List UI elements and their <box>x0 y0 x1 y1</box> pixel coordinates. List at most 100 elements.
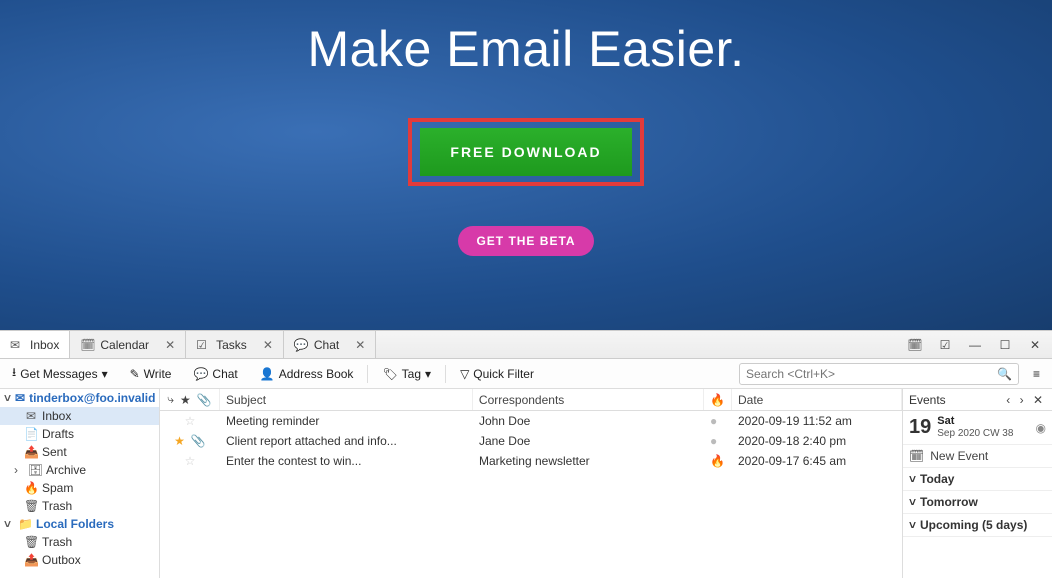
col-correspondents[interactable]: Correspondents <box>473 389 704 410</box>
chevron-down-icon: ▾ <box>102 367 108 381</box>
junk-icon[interactable]: 🔥 <box>710 454 725 468</box>
folder-label: Trash <box>42 499 72 513</box>
section-label: Upcoming (5 days) <box>920 518 1027 532</box>
hero-banner: Make Email Easier. FREE DOWNLOAD GET THE… <box>0 0 1052 330</box>
quick-filter-button[interactable]: ▽ Quick Filter <box>452 364 542 384</box>
download-mail-icon: ⭳ <box>12 363 16 384</box>
section-label: Tomorrow <box>920 495 978 509</box>
pencil-icon: ✎ <box>130 367 140 381</box>
caret-down-icon: ˅ <box>909 518 916 532</box>
prev-button[interactable]: ‹ <box>1003 393 1013 407</box>
caret-down-icon: ˅ <box>4 391 11 405</box>
folder-label: Drafts <box>42 427 74 441</box>
attachment-icon: 📎 <box>191 434 206 448</box>
message-correspondent: Jane Doe <box>473 434 704 448</box>
message-row[interactable]: ☆ Enter the contest to win... Marketing … <box>160 451 902 471</box>
get-beta-button[interactable]: GET THE BETA <box>458 226 593 256</box>
folder-trash[interactable]: 🗑 Trash <box>0 497 159 515</box>
tab-chat[interactable]: 💬 Chat ✕ <box>284 331 376 358</box>
message-row[interactable]: ★ 📎 Client report attached and info... J… <box>160 431 902 451</box>
local-folders-row[interactable]: ˅ 📁 Local Folders <box>0 515 159 533</box>
calendar-icon: 🗓 <box>909 449 924 463</box>
minimize-button[interactable]: — <box>964 338 986 352</box>
next-button[interactable]: › <box>1017 393 1027 407</box>
folder-archive[interactable]: › 🗄 Archive <box>0 461 159 479</box>
caret-right-icon: › <box>14 463 24 477</box>
search-icon: 🔍 <box>997 367 1012 381</box>
free-download-button[interactable]: FREE DOWNLOAD <box>420 128 631 176</box>
message-correspondent: John Doe <box>473 414 704 428</box>
folder-sent[interactable]: 📤 Sent <box>0 443 159 461</box>
close-events-button[interactable]: ✕ <box>1030 393 1046 407</box>
tab-calendar[interactable]: 🗓 Calendar ✕ <box>70 331 186 358</box>
events-title: Events <box>909 393 1003 407</box>
message-row[interactable]: ☆ Meeting reminder John Doe ● 2020-09-19… <box>160 411 902 431</box>
col-date[interactable]: Date <box>732 389 902 410</box>
folder-label: Outbox <box>42 553 81 567</box>
tab-tasks[interactable]: ☑ Tasks ✕ <box>186 331 284 358</box>
toolbar-label: Write <box>144 367 172 381</box>
tag-button[interactable]: 🏷 Tag ▾ <box>374 364 439 384</box>
junk-icon[interactable]: ● <box>710 414 717 428</box>
maximize-button[interactable]: ☐ <box>994 338 1016 352</box>
account-row[interactable]: ˅ ✉ tinderbox@foo.invalid <box>0 389 159 407</box>
folder-spam[interactable]: 🔥 Spam <box>0 479 159 497</box>
search-input[interactable] <box>746 367 997 381</box>
close-icon[interactable]: ✕ <box>263 338 273 352</box>
folder-label: Spam <box>42 481 73 495</box>
mail-icon: ✉ <box>15 391 25 405</box>
mail-icon: ✉ <box>24 409 38 423</box>
events-date-row[interactable]: 19 Sat Sep 2020 CW 38 ◉ <box>903 411 1052 445</box>
col-icons[interactable]: ⤷ ★ 📎 <box>160 389 220 410</box>
calendar-toggle-icon[interactable]: 🗓 <box>904 338 926 352</box>
outbox-icon: 📤 <box>24 553 38 567</box>
search-box[interactable]: 🔍 <box>739 363 1019 385</box>
trash-icon: 🗑 <box>24 499 38 513</box>
addressbook-icon: 👤 <box>260 367 275 381</box>
mail-icon: ✉ <box>10 338 24 352</box>
folder-pane: ˅ ✉ tinderbox@foo.invalid ✉ Inbox 📄 Draf… <box>0 389 160 578</box>
tasks-icon: ☑ <box>196 338 210 352</box>
message-date: 2020-09-19 11:52 am <box>732 414 902 428</box>
folder-label: Trash <box>42 535 72 549</box>
folder-label: tinderbox@foo.invalid <box>29 391 155 405</box>
folder-outbox[interactable]: 📤 Outbox <box>0 551 159 569</box>
chat-icon: 💬 <box>294 338 308 352</box>
events-section-upcoming[interactable]: ˅ Upcoming (5 days) <box>903 514 1052 537</box>
close-button[interactable]: ✕ <box>1024 338 1046 352</box>
events-section-today[interactable]: ˅ Today <box>903 468 1052 491</box>
tab-inbox[interactable]: ✉ Inbox <box>0 331 70 358</box>
app-menu-button[interactable]: ≡ <box>1025 364 1048 384</box>
star-icon[interactable]: ★ <box>174 434 185 448</box>
section-label: Today <box>920 472 954 486</box>
folder-label: Inbox <box>42 409 71 423</box>
today-dot-icon[interactable]: ◉ <box>1036 421 1046 435</box>
get-messages-button[interactable]: ⭳ Get Messages ▾ <box>4 360 116 387</box>
folder-local-trash[interactable]: 🗑 Trash <box>0 533 159 551</box>
hero-title: Make Email Easier. <box>308 20 745 78</box>
tasks-toggle-icon[interactable]: ☑ <box>934 338 956 352</box>
main-toolbar: ⭳ Get Messages ▾ ✎ Write 💬 Chat 👤 Addres… <box>0 359 1052 389</box>
col-junk[interactable]: 🔥 <box>704 389 732 410</box>
folder-icon: 📁 <box>18 517 32 531</box>
message-subject: Meeting reminder <box>220 414 473 428</box>
close-icon[interactable]: ✕ <box>355 338 365 352</box>
download-highlight-box: FREE DOWNLOAD <box>408 118 643 186</box>
junk-icon[interactable]: ● <box>710 434 717 448</box>
col-subject[interactable]: Subject <box>220 389 473 410</box>
message-subject: Enter the contest to win... <box>220 454 473 468</box>
star-icon[interactable]: ☆ <box>185 454 196 468</box>
folder-inbox[interactable]: ✉ Inbox <box>0 407 159 425</box>
message-list-pane: ⤷ ★ 📎 Subject Correspondents 🔥 Date ☆ Me… <box>160 389 902 578</box>
message-subject: Client report attached and info... <box>220 434 473 448</box>
new-event-button[interactable]: 🗓 New Event <box>903 445 1052 468</box>
events-section-tomorrow[interactable]: ˅ Tomorrow <box>903 491 1052 514</box>
archive-icon: 🗄 <box>28 463 42 477</box>
address-book-button[interactable]: 👤 Address Book <box>252 364 362 384</box>
chat-icon: 💬 <box>193 367 208 381</box>
write-button[interactable]: ✎ Write <box>122 364 180 384</box>
chat-button[interactable]: 💬 Chat <box>185 364 245 384</box>
close-icon[interactable]: ✕ <box>165 338 175 352</box>
folder-drafts[interactable]: 📄 Drafts <box>0 425 159 443</box>
star-icon[interactable]: ☆ <box>185 414 196 428</box>
